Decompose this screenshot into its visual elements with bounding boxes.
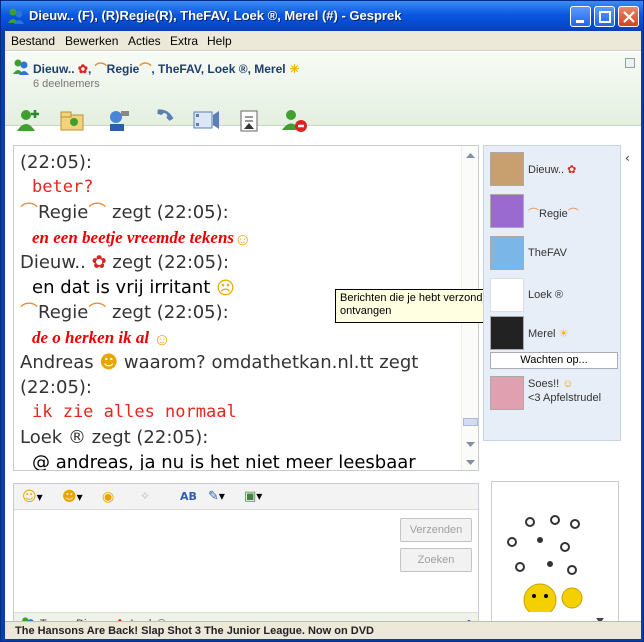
collapse-header-icon[interactable] <box>625 58 635 68</box>
close-icon <box>623 11 635 23</box>
roster-member[interactable]: Loek ® <box>488 276 618 316</box>
rainbow-icon: ⌒ <box>528 208 539 220</box>
participant-names[interactable]: Dieuw.. ✿, ⌒Regie⌒, TheFAV, Loek ®, Mere… <box>33 60 300 77</box>
emoticon-icon[interactable]: ☺▾ <box>22 489 44 505</box>
messenger-icon <box>8 8 24 24</box>
roster-member[interactable]: Dieuw.. ✿ <box>488 150 618 190</box>
avatar <box>490 236 524 270</box>
maximize-button[interactable] <box>594 6 615 27</box>
participant-count: 6 deelnemers <box>33 78 100 90</box>
waiting-button[interactable]: Wachten op... <box>490 352 618 369</box>
close-button[interactable] <box>618 6 639 27</box>
window-title: Dieuw.. (F), (R)Regie(R), TheFAV, Loek ®… <box>29 8 402 23</box>
avatar <box>490 152 524 186</box>
voice-clip-icon[interactable]: ✧ <box>140 489 162 505</box>
menu-bestand[interactable]: Bestand <box>11 34 55 48</box>
background-icon[interactable]: ▣▾ <box>244 489 266 505</box>
wink-emoticon-icon: ☺ <box>234 229 252 249</box>
message-header: Andreas ☻ waarom? omdathetkan.nl.tt zegt <box>20 352 419 373</box>
message-header: ⌒Regie⌒ zegt (22:05): <box>20 202 229 223</box>
message-header: (22:05): <box>20 377 92 398</box>
rainbow-icon: ⌒ <box>94 62 107 76</box>
avatar <box>490 376 524 410</box>
rose-icon: ✿ <box>567 164 577 176</box>
title-bar[interactable]: Dieuw.. (F), (R)Regie(R), TheFAV, Loek ®… <box>1 1 643 31</box>
scroll-down-icon[interactable] <box>463 456 478 468</box>
sun-icon: ☀ <box>288 62 300 76</box>
scroll-down-icon[interactable] <box>463 438 478 450</box>
font-icon[interactable]: AB <box>180 489 202 505</box>
collapse-sidebar-icon[interactable]: ‹ <box>625 151 637 165</box>
message-text: ik zie alles normaal <box>32 402 237 422</box>
menu-bar: Bestand Bewerken Acties Extra Help <box>5 31 641 51</box>
rainbow-icon: ⌒ <box>139 62 152 76</box>
send-picture-icon[interactable] <box>235 105 265 135</box>
rainbow-icon: ⌒ <box>567 208 579 220</box>
block-icon[interactable] <box>279 105 309 135</box>
scroll-thumb[interactable] <box>463 418 478 426</box>
maximize-icon <box>599 11 611 23</box>
search-button[interactable]: Zoeken <box>400 548 472 572</box>
rose-icon: ✿ <box>91 252 107 273</box>
my-display-picture[interactable] <box>491 481 619 631</box>
message-composer: ☺▾ ☻▾ ◉ ✧ AB ✎▾ ▣▾ Verzenden Zoeken Type… <box>13 483 479 635</box>
client-area: Bestand Bewerken Acties Extra Help Dieuw… <box>5 31 641 639</box>
avatar <box>490 194 524 228</box>
menu-help[interactable]: Help <box>207 34 232 48</box>
avatar <box>490 316 524 350</box>
roster-member[interactable]: TheFAV <box>488 234 618 274</box>
menu-extra[interactable]: Extra <box>170 34 198 48</box>
message-header: Dieuw.. ✿ zegt (22:05): <box>20 252 230 273</box>
rainbow-icon: ⌒ <box>20 302 38 323</box>
chat-window: Dieuw.. (F), (R)Regie(R), TheFAV, Loek ®… <box>0 0 644 642</box>
avatar <box>490 278 524 312</box>
message-text: de o herken ik al ☺ <box>20 325 460 350</box>
rainbow-icon: ⌒ <box>20 202 38 223</box>
nudge-icon[interactable]: ◉ <box>102 489 124 505</box>
send-button[interactable]: Verzenden <box>400 518 472 542</box>
wink-emoticon-icon: ☺ <box>153 329 171 349</box>
minimize-icon <box>576 20 584 23</box>
minimize-button[interactable] <box>570 6 591 27</box>
rainbow-icon: ⌒ <box>88 202 107 223</box>
roster-member[interactable]: Merel ☀ <box>488 314 618 354</box>
rose-icon: ✿ <box>77 62 88 76</box>
phone-icon[interactable] <box>147 105 177 135</box>
display-picture-image <box>507 515 583 612</box>
message-header: Loek ® zegt (22:05): <box>20 427 209 448</box>
scroll-up-icon[interactable] <box>463 150 478 162</box>
message-text: en een beetje vreemde tekens☺ <box>20 225 460 250</box>
sun-icon: ☀ <box>558 328 569 340</box>
message-text: beter? <box>32 177 94 197</box>
roster-member[interactable]: ⌒Regie⌒ <box>488 192 618 232</box>
rainbow-icon: ⌒ <box>88 302 107 323</box>
share-files-icon[interactable] <box>57 105 87 135</box>
message-text: @ andreas, ja nu is het niet meer leesba… <box>32 452 416 471</box>
composer-toolbar: ☺▾ ☻▾ ◉ ✧ AB ✎▾ ▣▾ <box>14 484 478 510</box>
grin-emoticon-icon: ☻ <box>99 352 119 373</box>
participants-icon <box>13 59 29 75</box>
confused-emoticon-icon: ☹ <box>216 277 235 299</box>
message-header: (22:05): <box>20 152 92 173</box>
advertisement-banner[interactable]: The Hansons Are Back! Slap Shot 3 The Ju… <box>5 621 641 639</box>
games-icon[interactable] <box>191 105 221 135</box>
add-contact-icon[interactable] <box>13 105 43 135</box>
smile-emoticon-icon: ☺ <box>562 378 574 390</box>
video-call-icon[interactable] <box>103 105 133 135</box>
menu-acties[interactable]: Acties <box>128 34 161 48</box>
menu-bewerken[interactable]: Bewerken <box>65 34 118 48</box>
self-member[interactable]: Soes!! ☺ <3 Apfelstrudel <box>488 374 618 414</box>
wink-icon[interactable]: ☻▾ <box>62 489 84 505</box>
participant-roster: Dieuw.. ✿ ⌒Regie⌒ TheFAV Loek ® Merel ☀ … <box>483 145 621 441</box>
action-toolbar <box>5 99 641 139</box>
paintbrush-icon[interactable]: ✎▾ <box>208 489 230 505</box>
